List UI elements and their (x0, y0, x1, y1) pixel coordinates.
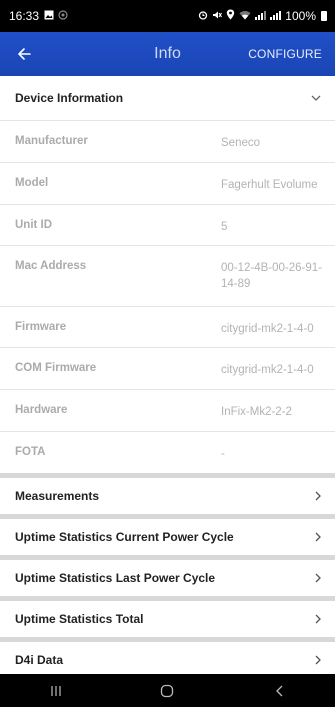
chevron-left-icon (276, 685, 283, 696)
section-label: D4i Data (15, 653, 64, 667)
info-label: Hardware (15, 404, 68, 416)
device-information-header[interactable]: Device Information (0, 76, 335, 120)
info-row-firmware: Firmware citygrid-mk2-1-4-0 (0, 306, 335, 347)
section-label: Uptime Statistics Current Power Cycle (15, 530, 234, 544)
dot-icon (58, 9, 68, 23)
chevron-down-icon (311, 95, 321, 101)
signal-icon-2 (270, 9, 282, 23)
recent-apps-button[interactable] (26, 674, 86, 707)
info-value: Fagerhult Evolume (221, 179, 318, 191)
info-row-manufacturer: Manufacturer Seneco (0, 120, 335, 162)
info-label: Mac Address (15, 260, 87, 272)
info-value: citygrid-mk2-1-4-0 (221, 364, 314, 376)
alarm-icon (198, 9, 208, 23)
home-icon (161, 684, 174, 697)
app-bar: Info CONFIGURE (0, 32, 335, 76)
section-label: Measurements (15, 489, 100, 503)
main-content: Device Information Manufacturer Seneco M… (0, 76, 335, 683)
device-information-title: Device Information (15, 91, 124, 105)
chevron-right-icon (315, 491, 321, 501)
info-row-hardware: Hardware InFix-Mk2-2-2 (0, 389, 335, 431)
battery-icon (321, 11, 327, 21)
info-row-fota: FOTA - (0, 431, 335, 473)
chevron-right-icon (315, 614, 321, 624)
mute-icon (212, 9, 223, 23)
chevron-right-icon (315, 573, 321, 583)
info-label: FOTA (15, 446, 46, 458)
section-measurements[interactable]: Measurements (0, 478, 335, 514)
system-back-button[interactable] (249, 674, 309, 707)
status-bar: 16:33 100% (0, 0, 335, 32)
section-uptime-last[interactable]: Uptime Statistics Last Power Cycle (0, 560, 335, 596)
recent-apps-icon (51, 685, 61, 696)
info-label: Firmware (15, 321, 67, 333)
section-uptime-total[interactable]: Uptime Statistics Total (0, 601, 335, 637)
info-label: Unit ID (15, 219, 53, 231)
configure-button[interactable]: CONFIGURE (248, 32, 322, 76)
info-label: Model (15, 177, 49, 189)
info-row-com-firmware: COM Firmware citygrid-mk2-1-4-0 (0, 347, 335, 389)
section-d4i-data[interactable]: D4i Data (0, 642, 335, 678)
info-value: 00-12-4B-00-26-91-14-89 (221, 262, 323, 290)
signal-icon (255, 9, 267, 23)
info-value: 5 (221, 221, 228, 233)
chevron-right-icon (315, 655, 321, 665)
info-row-mac-address: Mac Address 00-12-4B-00-26-91-14-89 (0, 245, 335, 306)
info-value: Seneco (221, 137, 261, 149)
wifi-icon (239, 9, 251, 23)
info-label: COM Firmware (15, 362, 97, 374)
info-value: - (221, 448, 225, 460)
info-value: InFix-Mk2-2-2 (221, 406, 292, 418)
status-time: 16:33 (9, 9, 40, 23)
section-label: Uptime Statistics Last Power Cycle (15, 571, 216, 585)
info-row-unit-id: Unit ID 5 (0, 204, 335, 245)
section-uptime-current[interactable]: Uptime Statistics Current Power Cycle (0, 519, 335, 555)
info-value: citygrid-mk2-1-4-0 (221, 323, 314, 335)
info-label: Manufacturer (15, 135, 88, 147)
battery-percent: 100% (285, 9, 316, 23)
image-icon (44, 9, 54, 23)
arrow-left-icon (18, 48, 31, 60)
system-navigation-bar (0, 674, 335, 707)
section-label: Uptime Statistics Total (15, 612, 144, 626)
back-button[interactable] (10, 40, 38, 68)
location-icon (226, 9, 235, 23)
chevron-right-icon (315, 532, 321, 542)
info-row-model: Model Fagerhult Evolume (0, 162, 335, 204)
home-button[interactable] (137, 674, 197, 707)
